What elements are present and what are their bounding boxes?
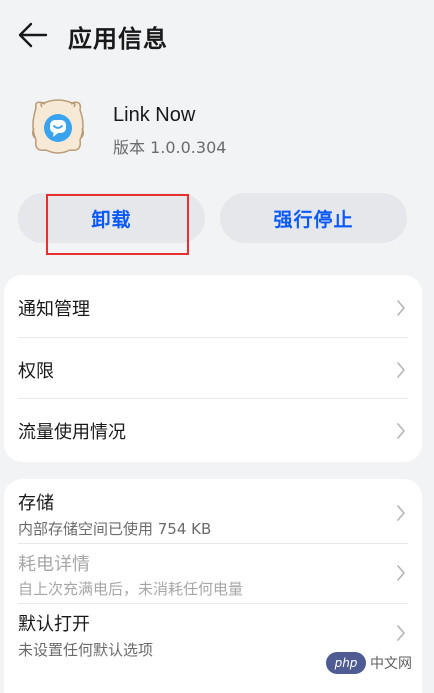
chevron-right-icon: [397, 625, 405, 641]
list-item-storage[interactable]: 存储 内部存储空间已使用 754 KB: [4, 479, 422, 543]
settings-group-1: 通知管理 权限 流量使用情况: [4, 275, 422, 462]
uninstall-button[interactable]: 卸载: [18, 193, 205, 243]
page-title: 应用信息: [68, 25, 168, 53]
uninstall-button-label: 卸载: [91, 208, 132, 231]
header-bar: 应用信息: [0, 0, 434, 72]
watermark: php 中文网: [326, 651, 428, 675]
list-item-label: 耗电详情: [18, 554, 90, 575]
app-name: Link Now: [113, 104, 196, 126]
chevron-right-icon: [397, 362, 405, 378]
app-info-section: Link Now 版本 1.0.0.304: [0, 92, 434, 164]
force-stop-button-label: 强行停止: [273, 208, 354, 231]
chevron-right-icon: [397, 423, 405, 439]
list-item-battery-details[interactable]: 耗电详情 自上次充满电后，未消耗任何电量: [4, 544, 422, 603]
list-item-label: 流量使用情况: [18, 422, 126, 443]
list-item-label: 权限: [18, 361, 54, 382]
list-item-notification-management[interactable]: 通知管理: [4, 275, 422, 337]
list-item-subtitle: 自上次充满电后，未消耗任何电量: [18, 580, 244, 598]
watermark-text: 中文网: [370, 656, 412, 672]
php-logo: php: [326, 652, 366, 674]
app-version: 版本 1.0.0.304: [113, 138, 227, 157]
list-item-subtitle: 未设置任何默认选项: [18, 641, 154, 659]
force-stop-button[interactable]: 强行停止: [220, 193, 407, 243]
back-arrow-icon[interactable]: [18, 22, 48, 48]
chevron-right-icon: [397, 505, 405, 521]
list-item-label: 通知管理: [18, 299, 90, 320]
list-item-data-usage[interactable]: 流量使用情况: [4, 399, 422, 461]
list-item-subtitle: 内部存储空间已使用 754 KB: [18, 520, 212, 538]
list-item-permissions[interactable]: 权限: [4, 338, 422, 398]
link-now-app-icon: [31, 99, 85, 154]
chevron-right-icon: [397, 300, 405, 316]
list-item-label: 存储: [18, 493, 54, 514]
chevron-right-icon: [397, 565, 405, 581]
list-item-label: 默认打开: [18, 614, 90, 635]
